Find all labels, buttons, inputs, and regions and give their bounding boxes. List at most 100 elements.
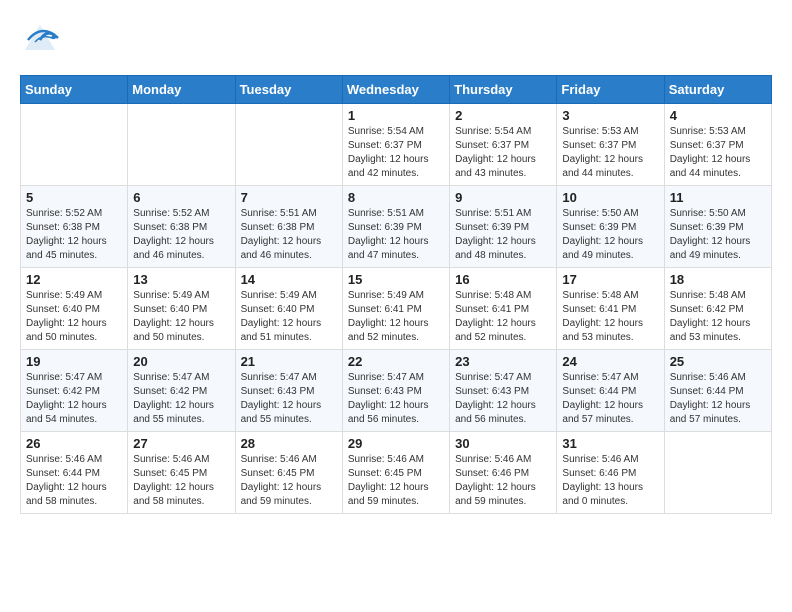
calendar-cell: 24 Sunrise: 5:47 AM Sunset: 6:44 PM Dayli… (557, 350, 664, 432)
day-info: Sunrise: 5:54 AM Sunset: 6:37 PM Dayligh… (348, 125, 444, 181)
calendar-header-tuesday: Tuesday (235, 76, 342, 104)
day-number: 24 (562, 354, 658, 369)
day-number: 11 (670, 190, 766, 205)
day-number: 9 (455, 190, 551, 205)
day-info: Sunrise: 5:46 AM Sunset: 6:45 PM Dayligh… (241, 453, 337, 509)
day-info: Sunrise: 5:46 AM Sunset: 6:46 PM Dayligh… (562, 453, 658, 509)
day-number: 3 (562, 108, 658, 123)
page-header (20, 20, 772, 65)
day-info: Sunrise: 5:47 AM Sunset: 6:42 PM Dayligh… (26, 371, 122, 427)
calendar-cell: 15 Sunrise: 5:49 AM Sunset: 6:41 PM Dayli… (342, 268, 449, 350)
calendar-header-sunday: Sunday (21, 76, 128, 104)
day-number: 7 (241, 190, 337, 205)
calendar-cell: 7Sunrise: 5:51 AM Sunset: 6:38 PM Daylig… (235, 186, 342, 268)
calendar-week-5: 26 Sunrise: 5:46 AM Sunset: 6:44 PM Dayli… (21, 432, 772, 514)
calendar-cell: 21 Sunrise: 5:47 AM Sunset: 6:43 PM Dayli… (235, 350, 342, 432)
day-info: Sunrise: 5:49 AM Sunset: 6:40 PM Dayligh… (241, 289, 337, 345)
day-info: Sunrise: 5:47 AM Sunset: 6:43 PM Dayligh… (455, 371, 551, 427)
calendar-cell: 9 Sunrise: 5:51 AM Sunset: 6:39 PM Daylig… (450, 186, 557, 268)
calendar-week-1: 1 Sunrise: 5:54 AM Sunset: 6:37 PM Daylig… (21, 104, 772, 186)
day-info: Sunrise: 5:50 AM Sunset: 6:39 PM Dayligh… (670, 207, 766, 263)
calendar-header-monday: Monday (128, 76, 235, 104)
calendar-cell: 28 Sunrise: 5:46 AM Sunset: 6:45 PM Dayli… (235, 432, 342, 514)
calendar-cell: 6Sunrise: 5:52 AM Sunset: 6:38 PM Daylig… (128, 186, 235, 268)
day-number: 28 (241, 436, 337, 451)
day-info: Sunrise: 5:46 AM Sunset: 6:44 PM Dayligh… (26, 453, 122, 509)
day-number: 13 (133, 272, 229, 287)
day-info: Sunrise: 5:46 AM Sunset: 6:46 PM Dayligh… (455, 453, 551, 509)
calendar-cell: 27Sunrise: 5:46 AM Sunset: 6:45 PM Dayli… (128, 432, 235, 514)
day-number: 18 (670, 272, 766, 287)
day-info: Sunrise: 5:49 AM Sunset: 6:40 PM Dayligh… (26, 289, 122, 345)
day-number: 30 (455, 436, 551, 451)
calendar-cell: 3 Sunrise: 5:53 AM Sunset: 6:37 PM Daylig… (557, 104, 664, 186)
calendar-header-friday: Friday (557, 76, 664, 104)
calendar-cell: 14 Sunrise: 5:49 AM Sunset: 6:40 PM Dayli… (235, 268, 342, 350)
day-info: Sunrise: 5:52 AM Sunset: 6:38 PM Dayligh… (26, 207, 122, 263)
calendar-cell: 20 Sunrise: 5:47 AM Sunset: 6:42 PM Dayli… (128, 350, 235, 432)
calendar-cell (235, 104, 342, 186)
logo (20, 20, 64, 65)
calendar-cell: 5 Sunrise: 5:52 AM Sunset: 6:38 PM Daylig… (21, 186, 128, 268)
calendar-cell: 8 Sunrise: 5:51 AM Sunset: 6:39 PM Daylig… (342, 186, 449, 268)
day-info: Sunrise: 5:51 AM Sunset: 6:39 PM Dayligh… (455, 207, 551, 263)
day-info: Sunrise: 5:49 AM Sunset: 6:41 PM Dayligh… (348, 289, 444, 345)
calendar-header-row: SundayMondayTuesdayWednesdayThursdayFrid… (21, 76, 772, 104)
day-number: 31 (562, 436, 658, 451)
calendar-cell: 17Sunrise: 5:48 AM Sunset: 6:41 PM Dayli… (557, 268, 664, 350)
calendar-cell: 22Sunrise: 5:47 AM Sunset: 6:43 PM Dayli… (342, 350, 449, 432)
calendar-cell (664, 432, 771, 514)
day-number: 2 (455, 108, 551, 123)
day-number: 12 (26, 272, 122, 287)
day-number: 23 (455, 354, 551, 369)
calendar-header-thursday: Thursday (450, 76, 557, 104)
day-number: 16 (455, 272, 551, 287)
day-info: Sunrise: 5:47 AM Sunset: 6:44 PM Dayligh… (562, 371, 658, 427)
day-info: Sunrise: 5:52 AM Sunset: 6:38 PM Dayligh… (133, 207, 229, 263)
day-number: 25 (670, 354, 766, 369)
calendar-cell: 11 Sunrise: 5:50 AM Sunset: 6:39 PM Dayli… (664, 186, 771, 268)
day-info: Sunrise: 5:54 AM Sunset: 6:37 PM Dayligh… (455, 125, 551, 181)
calendar-cell: 26 Sunrise: 5:46 AM Sunset: 6:44 PM Dayli… (21, 432, 128, 514)
calendar-cell: 16 Sunrise: 5:48 AM Sunset: 6:41 PM Dayli… (450, 268, 557, 350)
day-info: Sunrise: 5:46 AM Sunset: 6:45 PM Dayligh… (348, 453, 444, 509)
day-number: 29 (348, 436, 444, 451)
day-number: 1 (348, 108, 444, 123)
calendar-week-4: 19 Sunrise: 5:47 AM Sunset: 6:42 PM Dayli… (21, 350, 772, 432)
day-info: Sunrise: 5:48 AM Sunset: 6:41 PM Dayligh… (455, 289, 551, 345)
day-info: Sunrise: 5:46 AM Sunset: 6:44 PM Dayligh… (670, 371, 766, 427)
calendar-cell: 13 Sunrise: 5:49 AM Sunset: 6:40 PM Dayli… (128, 268, 235, 350)
calendar-cell: 29 Sunrise: 5:46 AM Sunset: 6:45 PM Dayli… (342, 432, 449, 514)
calendar-cell: 1 Sunrise: 5:54 AM Sunset: 6:37 PM Daylig… (342, 104, 449, 186)
calendar-week-3: 12 Sunrise: 5:49 AM Sunset: 6:40 PM Dayli… (21, 268, 772, 350)
calendar-cell: 12 Sunrise: 5:49 AM Sunset: 6:40 PM Dayli… (21, 268, 128, 350)
day-number: 21 (241, 354, 337, 369)
calendar-cell: 23 Sunrise: 5:47 AM Sunset: 6:43 PM Dayli… (450, 350, 557, 432)
calendar-cell: 19 Sunrise: 5:47 AM Sunset: 6:42 PM Dayli… (21, 350, 128, 432)
day-info: Sunrise: 5:47 AM Sunset: 6:42 PM Dayligh… (133, 371, 229, 427)
calendar-week-2: 5 Sunrise: 5:52 AM Sunset: 6:38 PM Daylig… (21, 186, 772, 268)
logo-icon (20, 20, 60, 65)
day-number: 19 (26, 354, 122, 369)
day-info: Sunrise: 5:53 AM Sunset: 6:37 PM Dayligh… (670, 125, 766, 181)
day-number: 15 (348, 272, 444, 287)
calendar-table: SundayMondayTuesdayWednesdayThursdayFrid… (20, 75, 772, 514)
day-number: 8 (348, 190, 444, 205)
day-info: Sunrise: 5:46 AM Sunset: 6:45 PM Dayligh… (133, 453, 229, 509)
calendar-cell: 25 Sunrise: 5:46 AM Sunset: 6:44 PM Dayli… (664, 350, 771, 432)
calendar-cell: 4Sunrise: 5:53 AM Sunset: 6:37 PM Daylig… (664, 104, 771, 186)
day-number: 5 (26, 190, 122, 205)
day-info: Sunrise: 5:48 AM Sunset: 6:42 PM Dayligh… (670, 289, 766, 345)
day-number: 10 (562, 190, 658, 205)
calendar-cell (128, 104, 235, 186)
day-number: 17 (562, 272, 658, 287)
day-number: 26 (26, 436, 122, 451)
day-number: 14 (241, 272, 337, 287)
calendar-cell (21, 104, 128, 186)
day-info: Sunrise: 5:49 AM Sunset: 6:40 PM Dayligh… (133, 289, 229, 345)
day-info: Sunrise: 5:51 AM Sunset: 6:39 PM Dayligh… (348, 207, 444, 263)
day-number: 20 (133, 354, 229, 369)
calendar-header-saturday: Saturday (664, 76, 771, 104)
day-info: Sunrise: 5:53 AM Sunset: 6:37 PM Dayligh… (562, 125, 658, 181)
day-info: Sunrise: 5:47 AM Sunset: 6:43 PM Dayligh… (241, 371, 337, 427)
